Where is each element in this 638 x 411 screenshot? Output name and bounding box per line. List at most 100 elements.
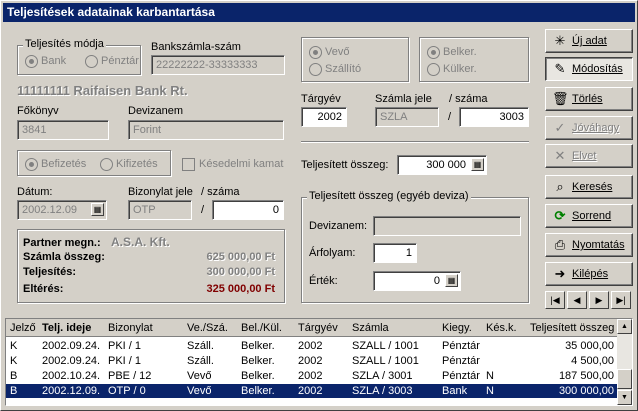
value-field[interactable]: 0 ▦ bbox=[373, 271, 461, 291]
bank-account-label: Bankszámla-szám bbox=[151, 41, 241, 53]
rate-field[interactable]: 1 bbox=[373, 243, 417, 263]
invoice-number-field[interactable]: 3003 bbox=[459, 107, 529, 127]
nav-prev-button[interactable]: ◀ bbox=[567, 291, 587, 309]
partner-value: A.S.A. Kft. bbox=[111, 235, 170, 249]
bank-account-field[interactable]: 22222222-33333333 bbox=[151, 55, 285, 75]
settled-value: 300 000,00 Ft bbox=[206, 266, 276, 278]
table-cell: SZALL / 1001 bbox=[352, 340, 419, 352]
invoice-code-field[interactable]: SZLA bbox=[375, 107, 439, 127]
radio-foreign[interactable]: Külker. bbox=[427, 63, 477, 76]
col-header[interactable]: Jelző bbox=[10, 322, 36, 334]
invoice-number-label: / száma bbox=[449, 93, 488, 105]
settled-amount-field[interactable]: 300 000 ▦ bbox=[397, 155, 487, 175]
table-cell: Vevő bbox=[187, 385, 212, 397]
late-interest-checkbox[interactable]: Késedelmi kamat bbox=[182, 158, 283, 171]
radio-domestic[interactable]: Belker. bbox=[427, 46, 477, 59]
col-header[interactable]: Számla bbox=[352, 322, 389, 334]
table-cell: SZALL / 1001 bbox=[352, 355, 419, 367]
table-cell: 2002.10.24. bbox=[42, 370, 101, 382]
ledger-field[interactable]: 3841 bbox=[17, 120, 109, 140]
table-cell: 2002.09.24. bbox=[42, 355, 101, 367]
table-cell: SZLA / 3003 bbox=[352, 385, 413, 397]
table-cell: K bbox=[10, 355, 18, 367]
cross-icon: ✕ bbox=[554, 148, 566, 163]
print-button[interactable]: ⎙ Nyomtatás bbox=[545, 233, 633, 257]
invoice-year-field[interactable]: 2002 bbox=[301, 107, 347, 127]
radio-bank[interactable]: Bank bbox=[25, 55, 66, 68]
right-panel-separator bbox=[301, 141, 529, 143]
voucher-code-field[interactable]: OTP bbox=[128, 200, 192, 220]
table-cell: K bbox=[10, 340, 18, 352]
table-cell: PBE / 12 bbox=[108, 370, 152, 382]
order-button[interactable]: ⟳ Sorrend bbox=[545, 204, 633, 228]
partner-label: Partner megn.: bbox=[23, 237, 101, 249]
new-document-icon: ✳ bbox=[554, 33, 566, 48]
search-button[interactable]: ⌕ Keresés bbox=[545, 175, 633, 199]
exit-icon: ➜ bbox=[554, 266, 566, 281]
nav-next-button[interactable]: ▶ bbox=[589, 291, 609, 309]
radio-deposit[interactable]: Befizetés bbox=[25, 158, 86, 171]
settled-amount-label: Teljesített összeg: bbox=[301, 159, 389, 171]
radio-cash[interactable]: Pénztár bbox=[85, 55, 139, 68]
invoice-slash: / bbox=[448, 111, 452, 123]
col-header[interactable]: Kés.k. bbox=[486, 322, 517, 334]
grid-scrollbar[interactable]: ▲ ▼ bbox=[617, 319, 632, 405]
new-button[interactable]: ✳ Új adat bbox=[545, 29, 633, 53]
col-header[interactable]: Bizonylat bbox=[108, 322, 153, 334]
approve-button[interactable]: ✓ Jóváhagy bbox=[545, 116, 633, 140]
table-cell: 2002 bbox=[298, 370, 323, 382]
col-header[interactable]: Ve./Szá. bbox=[187, 322, 228, 334]
calculator-icon[interactable]: ▦ bbox=[471, 158, 484, 171]
table-row[interactable]: B 2002.12.09. OTP / 0 Vevő Belker. 2002 SZLA /… bbox=[6, 384, 618, 398]
voucher-number-field[interactable]: 0 bbox=[212, 200, 284, 220]
scroll-up-icon[interactable]: ▲ bbox=[617, 319, 632, 334]
nav-first-button[interactable]: |◀ bbox=[545, 291, 565, 309]
table-cell: B bbox=[10, 385, 18, 397]
printer-icon: ⎙ bbox=[554, 237, 566, 252]
table-cell: Bank bbox=[442, 385, 468, 397]
foreign-title: Teljesített összeg (egyéb deviza) bbox=[307, 190, 471, 202]
radio-customer[interactable]: Vevő bbox=[309, 46, 349, 59]
col-header[interactable]: Kiegy. bbox=[442, 322, 472, 334]
table-cell: N bbox=[486, 370, 494, 382]
table-cell: N bbox=[486, 385, 494, 397]
payments-grid[interactable]: Jelző Telj. ideje Bizonylat Ve./Szá. Bel… bbox=[5, 318, 633, 406]
payment-mode-title: Teljesítés módja bbox=[23, 38, 106, 50]
table-cell: Száll. bbox=[187, 355, 214, 367]
table-cell: 35 000,00 bbox=[565, 340, 614, 352]
table-cell: Belker. bbox=[241, 385, 275, 397]
table-row[interactable]: K 2002.09.24. PKI / 1 Száll. Belker. 2002 SZAL… bbox=[6, 354, 618, 368]
invoice-total-value: 625 000,00 Ft bbox=[206, 251, 276, 263]
ledger-label: Főkönyv bbox=[17, 105, 59, 117]
table-cell: Száll. bbox=[187, 340, 214, 352]
value-label: Érték: bbox=[309, 275, 338, 287]
grid-header: Jelző Telj. ideje Bizonylat Ve./Szá. Bel… bbox=[6, 319, 618, 337]
table-cell: 300 000,00 bbox=[558, 385, 614, 397]
table-row[interactable]: K 2002.09.24. PKI / 1 Száll. Belker. 2002 SZAL… bbox=[6, 339, 618, 353]
refresh-icon: ⟳ bbox=[554, 208, 566, 223]
modify-button[interactable]: ✎ Módosítás bbox=[545, 57, 633, 81]
table-cell: 187 500,00 bbox=[558, 370, 614, 382]
calculator-icon[interactable]: ▦ bbox=[445, 274, 458, 287]
voucher-number-label: / száma bbox=[201, 186, 240, 198]
currency-field[interactable]: Forint bbox=[128, 120, 284, 140]
col-header[interactable]: Bel./Kül. bbox=[241, 322, 282, 334]
radio-supplier[interactable]: Szállító bbox=[309, 63, 361, 76]
table-cell: 2002 bbox=[298, 355, 323, 367]
scroll-thumb[interactable] bbox=[617, 369, 632, 389]
difference-label: Eltérés: bbox=[23, 283, 64, 295]
edit-document-icon: ✎ bbox=[554, 61, 566, 76]
table-row[interactable]: B 2002.10.24. PBE / 12 Vevő Belker. 2002 SZLA … bbox=[6, 369, 618, 383]
delete-button[interactable]: 🗑 Törlés bbox=[545, 87, 633, 111]
calendar-icon[interactable]: ▦ bbox=[91, 203, 104, 216]
col-header[interactable]: Tárgyév bbox=[298, 322, 338, 334]
foreign-currency-field[interactable] bbox=[373, 216, 521, 236]
nav-last-button[interactable]: ▶| bbox=[611, 291, 631, 309]
radio-withdrawal[interactable]: Kifizetés bbox=[100, 158, 158, 171]
scroll-down-icon[interactable]: ▼ bbox=[617, 390, 632, 405]
exit-button[interactable]: ➜ Kilépés bbox=[545, 262, 633, 286]
col-header[interactable]: Telj. ideje bbox=[42, 322, 91, 334]
col-header[interactable]: Teljesített összeg bbox=[530, 322, 614, 334]
date-field[interactable]: 2002.12.09 ▦ bbox=[17, 200, 107, 220]
discard-button[interactable]: ✕ Elvet bbox=[545, 144, 633, 168]
